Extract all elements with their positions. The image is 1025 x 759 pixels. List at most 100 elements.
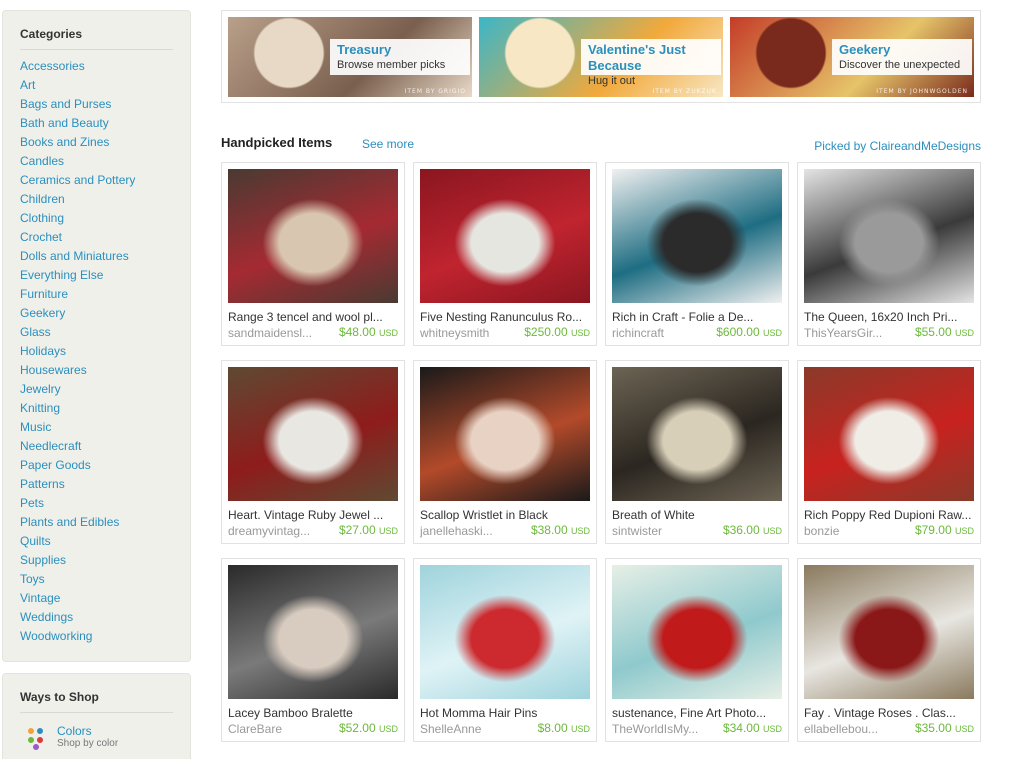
- colors-link-label[interactable]: Colors: [57, 724, 118, 738]
- item-title[interactable]: sustenance, Fine Art Photo...: [612, 706, 782, 720]
- category-item: Furniture: [20, 287, 190, 306]
- category-item: Jewelry: [20, 382, 190, 401]
- item-shop-name[interactable]: sandmaidensl...: [228, 326, 328, 340]
- item-price: $79.00 USD: [915, 523, 974, 538]
- category-link-everything-else[interactable]: Everything Else: [20, 268, 103, 282]
- category-link-dolls-and-miniatures[interactable]: Dolls and Miniatures: [20, 249, 129, 263]
- item-shop-name[interactable]: sintwister: [612, 524, 712, 538]
- item-card[interactable]: The Queen, 16x20 Inch Pri... ThisYearsGir…: [797, 162, 981, 346]
- colors-link-subtitle: Shop by color: [57, 738, 119, 749]
- item-shop-name[interactable]: ThisYearsGir...: [804, 326, 904, 340]
- valentines-banner[interactable]: Valentine's Just Because Hug it out ITEM…: [479, 17, 723, 97]
- item-title[interactable]: Five Nesting Ranunculus Ro...: [420, 310, 590, 324]
- item-card[interactable]: Hot Momma Hair Pins ShelleAnne $8.00 USD: [413, 558, 597, 742]
- item-shop-name[interactable]: janellehaski...: [420, 524, 520, 538]
- item-title[interactable]: Rich in Craft - Folie a De...: [612, 310, 782, 324]
- shop-by-colors-link[interactable]: Colors Shop by color: [25, 724, 118, 751]
- item-image[interactable]: [804, 169, 974, 303]
- category-link-bags-and-purses[interactable]: Bags and Purses: [20, 97, 111, 111]
- category-link-bath-and-beauty[interactable]: Bath and Beauty: [20, 116, 109, 130]
- category-link-weddings[interactable]: Weddings: [20, 610, 73, 624]
- item-card[interactable]: Rich Poppy Red Dupioni Raw... bonzie $79.0…: [797, 360, 981, 544]
- treasury-banner[interactable]: Treasury Browse member picks ITEM BY GRI…: [228, 17, 472, 97]
- category-item: Housewares: [20, 363, 190, 382]
- category-link-children[interactable]: Children: [20, 192, 65, 206]
- item-card[interactable]: Scallop Wristlet in Black janellehaski...…: [413, 360, 597, 544]
- item-price-currency: USD: [762, 526, 782, 536]
- category-link-glass[interactable]: Glass: [20, 325, 51, 339]
- banner-label: Treasury Browse member picks: [330, 39, 470, 75]
- category-link-patterns[interactable]: Patterns: [20, 477, 65, 491]
- item-shop-name[interactable]: TheWorldIsMy...: [612, 722, 712, 736]
- category-item: Knitting: [20, 401, 190, 420]
- item-title[interactable]: Range 3 tencel and wool pl...: [228, 310, 398, 324]
- category-link-quilts[interactable]: Quilts: [20, 534, 51, 548]
- item-title[interactable]: Fay . Vintage Roses . Clas...: [804, 706, 974, 720]
- item-title[interactable]: The Queen, 16x20 Inch Pri...: [804, 310, 974, 324]
- category-link-music[interactable]: Music: [20, 420, 51, 434]
- category-link-holidays[interactable]: Holidays: [20, 344, 66, 358]
- category-link-furniture[interactable]: Furniture: [20, 287, 68, 301]
- category-link-candles[interactable]: Candles: [20, 154, 64, 168]
- item-image[interactable]: [612, 367, 782, 501]
- item-image[interactable]: [612, 169, 782, 303]
- category-link-books-and-zines[interactable]: Books and Zines: [20, 135, 109, 149]
- item-shop-name[interactable]: bonzie: [804, 524, 904, 538]
- category-link-geekery[interactable]: Geekery: [20, 306, 65, 320]
- item-title[interactable]: Lacey Bamboo Bralette: [228, 706, 398, 720]
- item-card[interactable]: Heart. Vintage Ruby Jewel ... dreamyvinta…: [221, 360, 405, 544]
- item-card[interactable]: Range 3 tencel and wool pl... sandmaidens…: [221, 162, 405, 346]
- featured-banners: Treasury Browse member picks ITEM BY GRI…: [221, 10, 981, 103]
- item-title[interactable]: Heart. Vintage Ruby Jewel ...: [228, 508, 398, 522]
- item-price-amount: $79.00: [914, 523, 952, 537]
- category-link-paper-goods[interactable]: Paper Goods: [20, 458, 91, 472]
- category-link-pets[interactable]: Pets: [20, 496, 44, 510]
- item-image[interactable]: [420, 565, 590, 699]
- category-link-art[interactable]: Art: [20, 78, 35, 92]
- geekery-banner[interactable]: Geekery Discover the unexpected ITEM BY …: [730, 17, 974, 97]
- category-link-woodworking[interactable]: Woodworking: [20, 629, 92, 643]
- item-image[interactable]: [228, 367, 398, 501]
- category-link-crochet[interactable]: Crochet: [20, 230, 62, 244]
- item-image[interactable]: [420, 367, 590, 501]
- item-shop-name[interactable]: richincraft: [612, 326, 712, 340]
- item-price-amount: $36.00: [722, 523, 760, 537]
- item-title[interactable]: Hot Momma Hair Pins: [420, 706, 590, 720]
- category-link-housewares[interactable]: Housewares: [20, 363, 87, 377]
- item-shop-name[interactable]: ellabellebou...: [804, 722, 904, 736]
- category-link-clothing[interactable]: Clothing: [20, 211, 64, 225]
- item-shop-name[interactable]: dreamyvintag...: [228, 524, 328, 538]
- item-shop-name[interactable]: ShelleAnne: [420, 722, 520, 736]
- category-link-knitting[interactable]: Knitting: [20, 401, 60, 415]
- item-price-currency: USD: [570, 724, 590, 734]
- item-title[interactable]: Rich Poppy Red Dupioni Raw...: [804, 508, 974, 522]
- item-card[interactable]: Rich in Craft - Folie a De... richincraft…: [605, 162, 789, 346]
- item-price-currency: USD: [570, 526, 590, 536]
- category-link-vintage[interactable]: Vintage: [20, 591, 60, 605]
- picked-by-link[interactable]: Picked by ClaireandMeDesigns: [814, 139, 981, 153]
- category-link-ceramics-and-pottery[interactable]: Ceramics and Pottery: [20, 173, 135, 187]
- item-image[interactable]: [228, 565, 398, 699]
- item-image[interactable]: [804, 565, 974, 699]
- see-more-link[interactable]: See more: [362, 137, 414, 151]
- item-price: $38.00 USD: [531, 523, 590, 538]
- item-title[interactable]: Scallop Wristlet in Black: [420, 508, 590, 522]
- item-card[interactable]: Fay . Vintage Roses . Clas... ellabellebo…: [797, 558, 981, 742]
- item-image[interactable]: [420, 169, 590, 303]
- item-shop-name[interactable]: ClareBare: [228, 722, 328, 736]
- item-image[interactable]: [612, 565, 782, 699]
- item-card[interactable]: Breath of White sintwister $36.00 USD: [605, 360, 789, 544]
- item-image[interactable]: [228, 169, 398, 303]
- category-link-plants-and-edibles[interactable]: Plants and Edibles: [20, 515, 119, 529]
- category-link-needlecraft[interactable]: Needlecraft: [20, 439, 81, 453]
- item-title[interactable]: Breath of White: [612, 508, 782, 522]
- category-link-accessories[interactable]: Accessories: [20, 59, 85, 73]
- item-card[interactable]: Lacey Bamboo Bralette ClareBare $52.00 USD: [221, 558, 405, 742]
- item-shop-name[interactable]: whitneysmith: [420, 326, 520, 340]
- item-image[interactable]: [804, 367, 974, 501]
- item-card[interactable]: Five Nesting Ranunculus Ro... whitneysmit…: [413, 162, 597, 346]
- category-link-jewelry[interactable]: Jewelry: [20, 382, 61, 396]
- item-card[interactable]: sustenance, Fine Art Photo... TheWorldIsM…: [605, 558, 789, 742]
- category-link-supplies[interactable]: Supplies: [20, 553, 66, 567]
- category-link-toys[interactable]: Toys: [20, 572, 45, 586]
